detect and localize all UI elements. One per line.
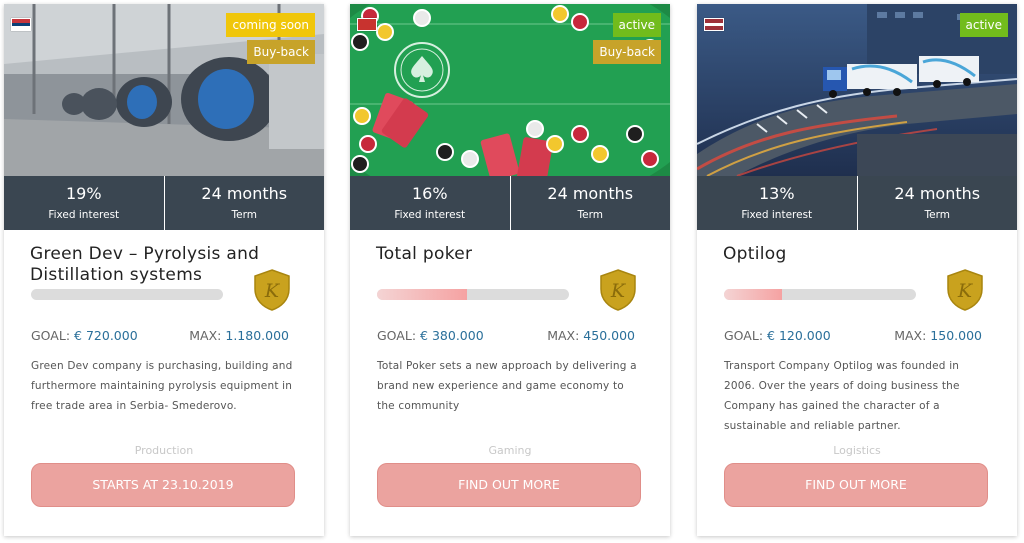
project-description: Total Poker sets a new approach by deliv… <box>377 360 637 412</box>
project-title[interactable]: Green Dev – Pyrolysis and Distillation s… <box>30 244 265 286</box>
funding-progress-bar <box>31 289 223 300</box>
project-card-optilog: active 13% Fixed interest 24 months Term… <box>697 4 1017 536</box>
project-description: Transport Company Optilog was founded in… <box>724 360 960 432</box>
k-shield-icon: K <box>947 269 983 311</box>
max-value: 450.000 <box>583 328 635 343</box>
status-badge: coming soon <box>226 13 315 37</box>
flag-icon <box>357 18 377 31</box>
goal: GOAL: € 380.000 <box>377 328 484 343</box>
term-value: 24 months <box>201 184 288 203</box>
k-shield-icon: K <box>600 269 636 311</box>
find-out-more-button[interactable]: FIND OUT MORE <box>724 463 988 507</box>
project-image-factory[interactable]: coming soon Buy-back <box>4 4 324 176</box>
term-label: Term <box>924 209 950 221</box>
interest-label: Fixed interest <box>741 209 813 221</box>
project-category: Production <box>134 444 194 457</box>
status-badge: active <box>612 13 661 37</box>
term-stat: 24 months Term <box>856 176 1018 230</box>
progress-fill <box>724 289 782 300</box>
interest-label: Fixed interest <box>48 209 120 221</box>
project-category: Logistics <box>833 444 881 457</box>
stats-bar: 16% Fixed interest 24 months Term <box>350 176 670 230</box>
goal-value: € 720.000 <box>74 328 138 343</box>
k-shield-icon: K <box>254 269 290 311</box>
max-label: MAX: <box>189 328 222 343</box>
goal-max-row: GOAL: € 380.000 MAX: 450.000 <box>377 328 635 343</box>
status-badge: active <box>959 13 1008 37</box>
project-image-poker[interactable]: active Buy-back <box>350 4 670 176</box>
max-label: MAX: <box>547 328 580 343</box>
progress-fill <box>377 289 468 300</box>
buyback-badge: Buy-back <box>247 40 315 64</box>
term-stat: 24 months Term <box>163 176 325 230</box>
interest-value: 13% <box>758 184 795 203</box>
goal: GOAL: € 120.000 <box>724 328 831 343</box>
max: MAX: 1.180.000 <box>189 328 289 343</box>
term-stat: 24 months Term <box>509 176 671 230</box>
project-description: Green Dev company is purchasing, buildin… <box>31 360 293 412</box>
starts-at-button[interactable]: STARTS AT 23.10.2019 <box>31 463 295 507</box>
interest-value: 19% <box>65 184 102 203</box>
stats-bar: 19% Fixed interest 24 months Term <box>4 176 324 230</box>
goal-label: GOAL: <box>31 328 71 343</box>
funding-progress-bar <box>724 289 916 300</box>
max-value: 1.180.000 <box>225 328 289 343</box>
max-label: MAX: <box>894 328 927 343</box>
max: MAX: 150.000 <box>894 328 982 343</box>
svg-text:K: K <box>957 280 974 302</box>
stats-bar: 13% Fixed interest 24 months Term <box>697 176 1017 230</box>
interest-stat: 16% Fixed interest <box>350 176 510 230</box>
goal-value: € 380.000 <box>420 328 484 343</box>
term-label: Term <box>231 209 257 221</box>
goal-label: GOAL: <box>377 328 417 343</box>
goal-max-row: GOAL: € 120.000 MAX: 150.000 <box>724 328 982 343</box>
interest-label: Fixed interest <box>394 209 466 221</box>
interest-value: 16% <box>411 184 448 203</box>
max-value: 150.000 <box>930 328 982 343</box>
svg-text:K: K <box>264 280 281 302</box>
interest-stat: 13% Fixed interest <box>697 176 857 230</box>
goal: GOAL: € 720.000 <box>31 328 138 343</box>
max: MAX: 450.000 <box>547 328 635 343</box>
flag-icon-serbia <box>11 18 31 31</box>
goal-max-row: GOAL: € 720.000 MAX: 1.180.000 <box>31 328 289 343</box>
project-card-green-dev: coming soon Buy-back 19% Fixed interest … <box>4 4 324 536</box>
term-value: 24 months <box>547 184 634 203</box>
project-title[interactable]: Optilog <box>723 244 958 265</box>
funding-progress-bar <box>377 289 569 300</box>
project-card-total-poker: active Buy-back 16% Fixed interest 24 mo… <box>350 4 670 536</box>
project-title[interactable]: Total poker <box>376 244 611 265</box>
interest-stat: 19% Fixed interest <box>4 176 164 230</box>
project-image-truck[interactable]: active <box>697 4 1017 176</box>
goal-label: GOAL: <box>724 328 764 343</box>
find-out-more-button[interactable]: FIND OUT MORE <box>377 463 641 507</box>
svg-text:K: K <box>610 280 627 302</box>
buyback-badge: Buy-back <box>593 40 661 64</box>
term-value: 24 months <box>894 184 981 203</box>
flag-icon-latvia <box>704 18 724 31</box>
goal-value: € 120.000 <box>767 328 831 343</box>
term-label: Term <box>577 209 603 221</box>
project-category: Gaming <box>488 444 532 457</box>
